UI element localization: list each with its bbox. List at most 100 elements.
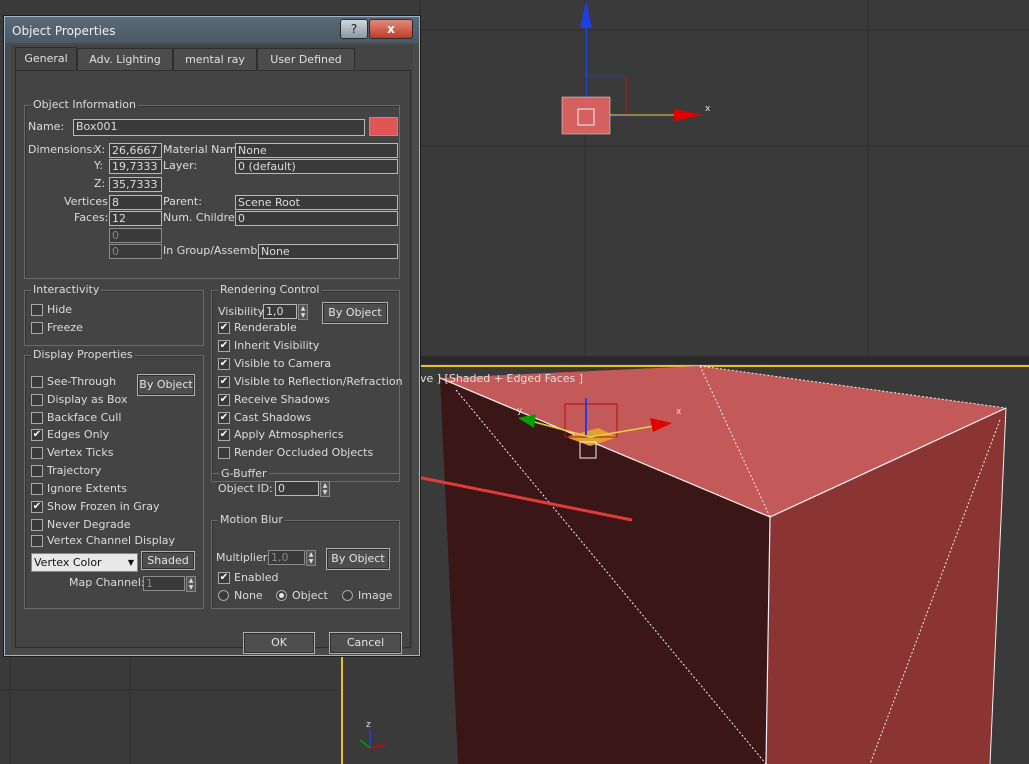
none-radio[interactable] [218, 590, 229, 601]
vertex-color-dropdown[interactable]: Vertex Color ▼ [31, 553, 138, 572]
close-button[interactable]: x [369, 19, 413, 39]
object-properties-dialog: Object Properties ? x General Adv. Light… [4, 16, 420, 656]
object-id-field[interactable]: 0 [275, 481, 319, 496]
inherit-visibility-checkbox[interactable]: ✔ [218, 340, 230, 352]
map-channel-field[interactable]: 1 [143, 576, 185, 591]
multiplier-spinner[interactable]: ▲ ▼ [306, 550, 316, 566]
vertex-channel-display-checkbox[interactable] [31, 535, 43, 547]
object-information-title: Object Information [31, 98, 138, 111]
vertex-ticks-checkbox[interactable] [31, 447, 43, 459]
visible-to-reflection-checkbox[interactable]: ✔ [218, 376, 230, 388]
show-frozen-in-gray-label: Show Frozen in Gray [47, 500, 160, 513]
gbuffer-title: G-Buffer [219, 467, 269, 480]
apply-atmospherics-label: Apply Atmospherics [234, 428, 344, 441]
faces-value: 12 [109, 211, 162, 226]
inherit-visibility-label: Inherit Visibility [234, 339, 320, 352]
map-channel-label: Map Channel: [69, 576, 145, 589]
trajectory-label: Trajectory [47, 464, 102, 477]
vertices-value: 8 [109, 195, 162, 210]
enabled-label: Enabled [234, 571, 279, 584]
in-group-value: None [258, 244, 398, 259]
dimensions-label: Dimensions: [28, 143, 96, 156]
interactivity-group: Interactivity Hide Freeze [24, 283, 204, 346]
axis-y-label-perspective: y [517, 406, 523, 416]
dialog-titlebar[interactable]: Object Properties ? x [5, 17, 419, 43]
edges-only-checkbox[interactable]: ✔ [31, 429, 43, 441]
rendering-by-object-button[interactable]: By Object [322, 302, 388, 324]
general-tab-panel: Object Information Name: Box001 Dimensio… [15, 70, 411, 654]
num-children-value: 0 [235, 211, 398, 226]
freeze-label: Freeze [47, 321, 83, 334]
image-radio-label: Image [358, 589, 393, 602]
vertex-channel-display-label: Vertex Channel Display [47, 534, 176, 547]
object-id-spinner[interactable]: ▲ ▼ [320, 481, 330, 497]
tab-general[interactable]: General [15, 47, 77, 70]
display-as-box-checkbox[interactable] [31, 394, 43, 406]
tab-mental-ray[interactable]: mental ray [173, 48, 257, 70]
object-color-swatch[interactable] [369, 117, 398, 136]
render-occluded-objects-checkbox[interactable] [218, 447, 230, 459]
layer-value: 0 (default) [235, 159, 398, 174]
name-field[interactable]: Box001 [73, 119, 365, 136]
vertex-ticks-label: Vertex Ticks [47, 446, 114, 459]
never-degrade-label: Never Degrade [47, 518, 131, 531]
parent-label: Parent: [163, 195, 202, 208]
see-through-label: See-Through [47, 375, 117, 388]
freeze-checkbox[interactable] [31, 322, 43, 334]
x-label: X: [94, 143, 106, 156]
help-button[interactable]: ? [340, 19, 368, 39]
map-channel-spinner[interactable]: ▲ ▼ [186, 576, 196, 592]
visible-to-camera-checkbox[interactable]: ✔ [218, 358, 230, 370]
visibility-spinner[interactable]: ▲ ▼ [298, 304, 308, 320]
never-degrade-checkbox[interactable] [31, 519, 43, 531]
hide-label: Hide [47, 303, 73, 316]
hide-checkbox[interactable] [31, 304, 43, 316]
tab-adv-lighting[interactable]: Adv. Lighting [77, 48, 173, 70]
render-occluded-objects-label: Render Occluded Objects [234, 446, 374, 459]
ok-button[interactable]: OK [243, 632, 315, 654]
multiplier-label: Multiplier: [216, 551, 271, 564]
receive-shadows-checkbox[interactable]: ✔ [218, 394, 230, 406]
chevron-down-icon: ▼ [127, 558, 134, 567]
cancel-button[interactable]: Cancel [329, 632, 402, 654]
viewport-label[interactable]: ve ] [Shaded + Edged Faces ] [420, 372, 583, 385]
num-children-label: Num. Children: [163, 211, 246, 224]
apply-atmospherics-checkbox[interactable]: ✔ [218, 429, 230, 441]
receive-shadows-label: Receive Shadows [234, 393, 330, 406]
shaded-button[interactable]: Shaded [141, 551, 195, 570]
rendering-control-title: Rendering Control [218, 283, 322, 296]
vertex-color-selected: Vertex Color [34, 556, 102, 569]
dialog-body: General Adv. Lighting mental ray User De… [11, 45, 413, 654]
name-label: Name: [28, 120, 65, 133]
show-frozen-in-gray-checkbox[interactable]: ✔ [31, 501, 43, 513]
backface-cull-checkbox[interactable] [31, 412, 43, 424]
visibility-field[interactable]: 1,0 [263, 304, 297, 319]
renderable-checkbox[interactable]: ✔ [218, 322, 230, 334]
object-radio[interactable] [276, 590, 287, 601]
see-through-checkbox[interactable] [31, 376, 43, 388]
rendering-control-group: Rendering Control Visibility: 1,0 ▲ ▼ By … [211, 283, 403, 482]
z-label: Z: [94, 177, 106, 190]
enabled-checkbox[interactable]: ✔ [218, 572, 230, 584]
cast-shadows-label: Cast Shadows [234, 411, 312, 424]
display-properties-group: Display Properties By Object See-Through… [24, 348, 204, 609]
object-information-group: Object Information Name: Box001 Dimensio… [24, 98, 400, 279]
faces-label: Faces: [74, 211, 109, 224]
tab-user-defined[interactable]: User Defined [257, 48, 355, 70]
display-by-object-button[interactable]: By Object [137, 374, 195, 396]
ignore-extents-checkbox[interactable] [31, 483, 43, 495]
cast-shadows-checkbox[interactable]: ✔ [218, 412, 230, 424]
object-radio-label: Object [292, 589, 328, 602]
in-group-label: In Group/Assembly: [163, 244, 270, 257]
z-dimension-value: 35,7333 [109, 177, 162, 192]
motion-blur-by-object-button[interactable]: By Object [326, 548, 390, 570]
axis-x-label: x [705, 104, 711, 114]
interactivity-title: Interactivity [31, 283, 102, 296]
multiplier-field[interactable]: 1,0 [268, 550, 305, 565]
visible-to-camera-label: Visible to Camera [234, 357, 332, 370]
motion-blur-title: Motion Blur [218, 513, 285, 526]
motion-blur-group: Motion Blur Multiplier: 1,0 ▲ ▼ By Object… [211, 513, 400, 609]
ignore-extents-label: Ignore Extents [47, 482, 128, 495]
image-radio[interactable] [342, 590, 353, 601]
trajectory-checkbox[interactable] [31, 465, 43, 477]
